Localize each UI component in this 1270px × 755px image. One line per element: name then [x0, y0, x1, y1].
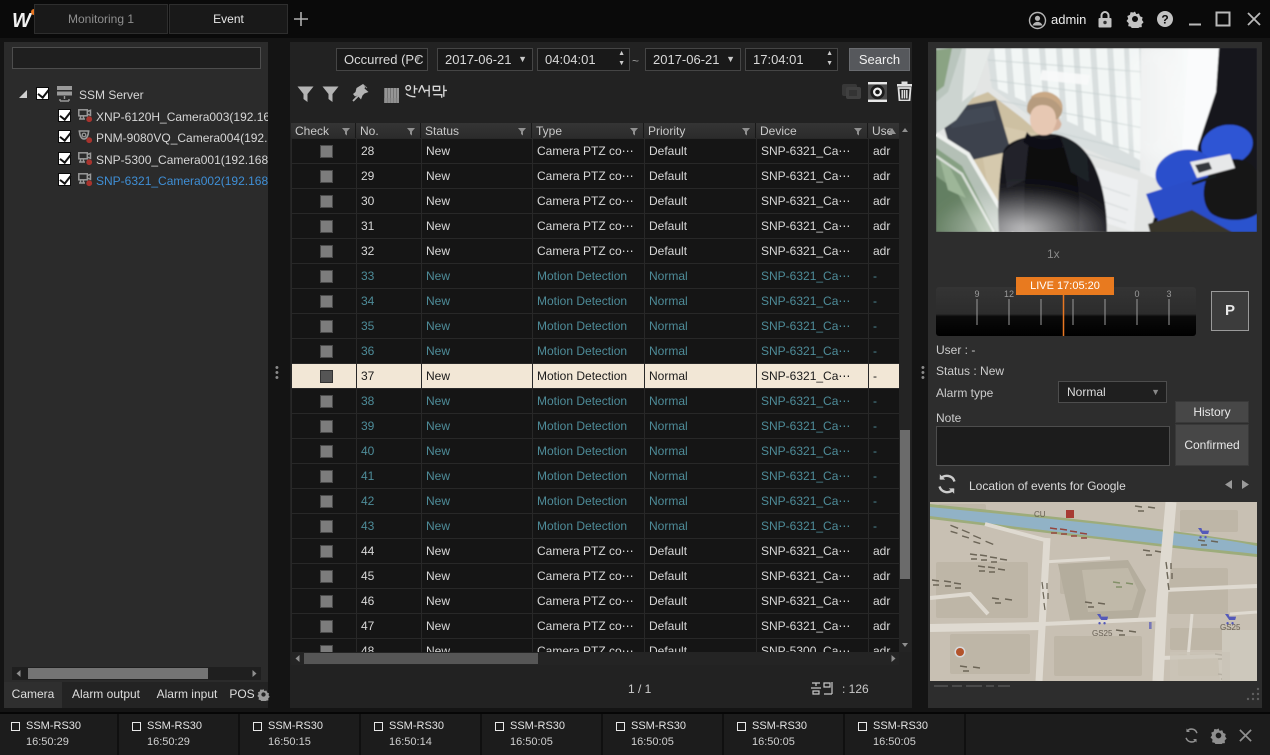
svg-text:0: 0	[1134, 289, 1139, 299]
svg-text:9: 9	[974, 289, 979, 299]
svg-text:3: 3	[1166, 289, 1171, 299]
svg-text:W: W	[12, 10, 33, 32]
svg-text:?: ?	[1161, 13, 1168, 27]
svg-text:: 126: : 126	[842, 682, 869, 695]
svg-text:12: 12	[1004, 289, 1014, 299]
